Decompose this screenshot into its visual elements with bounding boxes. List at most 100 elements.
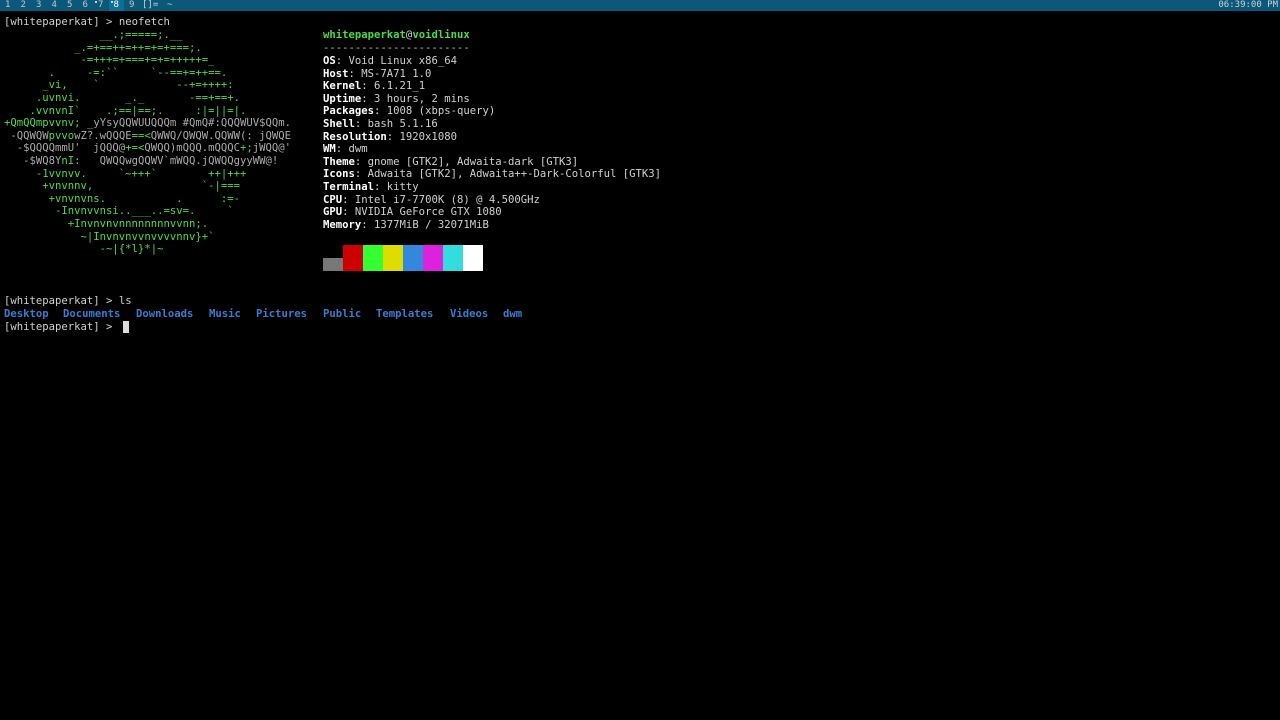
palette-swatch [443,245,463,258]
ascii-segment: .vvnvnI` .;==|==;. :|=||=|. [4,104,247,117]
tag-list: 123456789 [0,0,140,11]
info-key: GPU [323,206,343,219]
ascii-segment: pvvo [48,129,75,142]
ascii-line: _vi, ` --+=++++: [4,79,234,92]
ls-entry: dwm [503,308,523,320]
info-value: 1920x1080 [399,130,457,143]
ascii-segment: +Invnvnvnnnnnnnnvvnn;. [4,218,209,230]
ascii-segment: -QQWQW [4,129,49,142]
prompt: [whitepaperkat] > [4,321,119,333]
info-user: whitepaperkat [323,29,406,41]
info-row: Kernel: 6.1.21_1 [323,80,426,93]
ls-entry: Pictures [256,308,308,320]
ascii-line: ~|Invnvnvvnvvvvnnv}+` [4,231,215,244]
info-row: OS: Void Linux x86_64 [323,55,457,67]
ls-entry: Music [209,308,241,320]
info-key: WM [323,143,336,156]
palette-swatch [383,258,403,271]
prompt: [whitepaperkat] > [4,295,119,307]
palette-swatch [363,258,383,271]
info-key: Theme [323,155,355,168]
info-key: OS [323,55,336,67]
prompt-line-2: [whitepaperkat] > ls [4,295,132,308]
palette-swatch [423,245,443,258]
info-row: Host: MS-7A71 1.0 [323,67,432,80]
palette-swatch [343,245,363,258]
palette-swatch [323,245,343,258]
info-key: Packages [323,105,375,118]
ascii-segment: nI: [61,155,81,167]
ascii-segment: __.;=====;.__ [4,29,183,41]
ls-entry: Downloads [136,308,194,320]
ascii-line: -~|{*l}*|~ [4,243,164,256]
ascii-segment: -1vvnvv. `~+++` ++|+++ [4,167,247,180]
ascii-segment: pvvnv; [42,117,87,130]
info-value: gnome [GTK2], Adwaita-dark [GTK3] [367,155,579,168]
ls-entry: Desktop [4,308,49,320]
info-value: Void Linux x86_64 [348,55,457,67]
ascii-segment: wZ?.wQQQE [74,129,132,142]
info-title: whitepaperkat@voidlinux [323,29,470,42]
ascii-segment: QWQQ)mQQQ.mQQQC [144,142,240,155]
info-value: Adwaita [GTK2], Adwaita++-Dark-Colorful … [367,168,662,181]
info-key: Terminal [323,181,375,193]
info-key: CPU [323,193,343,206]
ascii-line: .uvnvi. _._ -==+==+. [4,92,240,105]
tag-2[interactable]: 2 [16,0,32,11]
ls-entry: Videos [450,308,489,320]
tag-6[interactable]: 6 [78,0,94,11]
info-value: 6.1.21_1 [374,80,426,93]
palette-swatch [463,258,483,271]
ls-entry: Documents [63,308,121,320]
tag-1[interactable]: 1 [0,0,16,11]
tag-7[interactable]: 7 [93,0,109,11]
ascii-segment: +vnvnvns. . :=- [4,192,240,205]
info-row: Uptime: 3 hours, 2 mins [323,92,470,105]
status-bar: 123456789 []= ~ 06:39:00 PM [0,0,1280,11]
tag-3[interactable]: 3 [31,0,47,11]
palette-swatch [403,245,423,258]
ascii-segment: -=+++=+===+=+=+++++=_ [4,54,215,67]
ascii-segment: . -=:`` `--==+=++==. [4,66,228,79]
palette-swatch [463,245,483,258]
terminal-window[interactable]: [whitepaperkat] > neofetch __.;=====;.__… [0,11,1280,720]
info-separator: ----------------------- [323,42,470,54]
tag-8[interactable]: 8 [108,0,124,11]
info-key: Resolution [323,130,387,143]
tag-4[interactable]: 4 [47,0,63,11]
ascii-line: +QmQQmpvvnv; _yYsyQQWUUQQQm #QmQ#:QQQWUV… [4,117,291,130]
ascii-line: -=+++=+===+=+=+++++=_ [4,54,215,67]
tag-5[interactable]: 5 [62,0,78,11]
ascii-line: -$WQ8YnI: QWQQwgQQWV`mWQQ.jQWQQgyyWW@! [4,155,278,168]
info-value: 1377MiB / 32071MiB [374,218,489,231]
info-key: Host [323,67,349,80]
ascii-line: _.=+==++=++=+=+===;. [4,42,202,55]
text-cursor [123,321,129,333]
palette-swatch [443,258,463,271]
ascii-line: -Invnvvnsi..___..=sv=. ` [4,205,234,218]
info-key: Kernel [323,80,362,93]
palette-swatch [343,258,363,271]
info-row: Terminal: kitty [323,181,419,193]
ascii-line: +Invnvnvnnnnnnnnvvnn;. [4,218,208,231]
prompt-line-3: [whitepaperkat] > [4,321,119,334]
info-key: Memory [323,218,362,231]
ascii-segment: -Invnvvnsi..___..=sv=. ` [4,205,234,218]
info-key: Shell [323,118,355,130]
info-value: NVIDIA GeForce GTX 1080 [354,206,502,219]
clock: 06:39:00 PM [1218,0,1280,11]
info-row: Memory: 1377MiB / 32071MiB [323,218,489,231]
ascii-line: +vnvnvns. . :=- [4,193,240,206]
info-row: Resolution: 1920x1080 [323,130,457,143]
ascii-line: -1vvnvv. `~+++` ++|+++ [4,167,247,181]
ascii-segment: _vi, ` --+=++++: [4,79,234,92]
palette-swatch [363,245,383,258]
palette-swatch [423,258,443,271]
prompt: [whitepaperkat] > [4,16,119,28]
info-row: Packages: 1008 (xbps-query) [323,105,496,118]
info-row: CPU: Intel i7-7700K (8) @ 4.500GHz [323,193,540,206]
layout-symbol[interactable]: []= [142,0,158,11]
palette-swatch [383,245,403,258]
ascii-line: __.;=====;.__ [4,29,183,42]
tag-9[interactable]: 9 [124,0,140,11]
